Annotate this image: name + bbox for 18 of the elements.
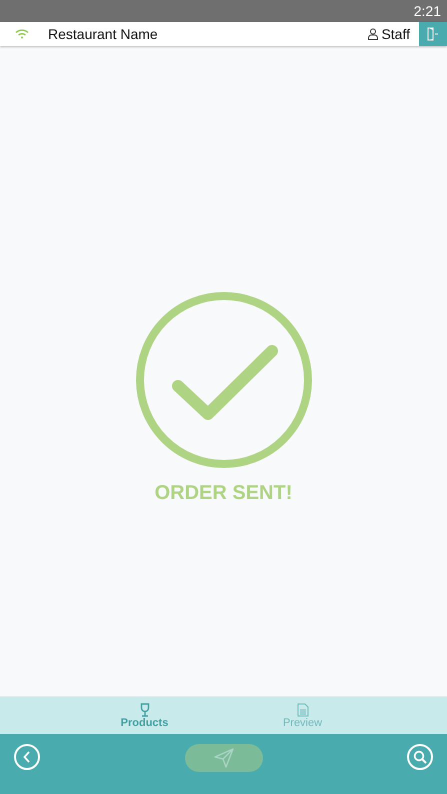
wifi-icon: [15, 29, 29, 39]
document-icon: [296, 702, 308, 716]
door-exit-icon: [427, 27, 439, 41]
restaurant-name: Restaurant Name: [48, 26, 159, 42]
logout-button[interactable]: [419, 22, 447, 46]
tab[interactable]: Products: [100, 697, 188, 734]
order-sent-message: ORDER SENT!: [154, 482, 292, 504]
chevron-left-icon: [23, 751, 31, 763]
search-button[interactable]: [407, 744, 433, 770]
search-icon: [413, 750, 427, 764]
wine-glass-icon: [140, 702, 150, 716]
person-icon: [368, 28, 378, 40]
status-time: 2:21: [414, 3, 441, 19]
back-button[interactable]: [14, 744, 40, 770]
staff-label[interactable]: Staff: [368, 26, 410, 42]
checkmark-circle-icon: [136, 292, 312, 468]
tab[interactable]: Preview: [258, 697, 346, 734]
paper-plane-icon: [214, 748, 234, 768]
